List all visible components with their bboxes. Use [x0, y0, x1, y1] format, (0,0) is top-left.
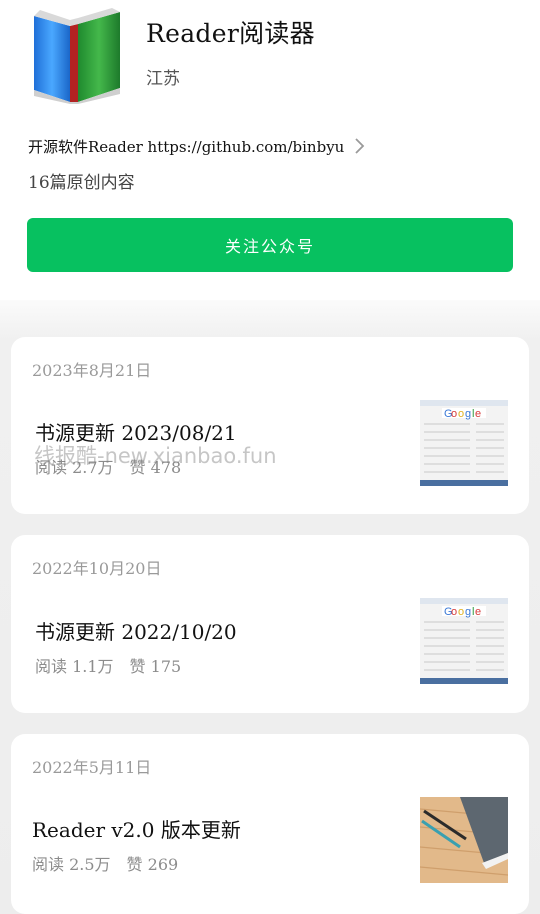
article-thumbnail: G o o g l e	[420, 400, 508, 486]
svg-text:e: e	[475, 606, 481, 618]
account-name: Reader阅读器	[146, 19, 315, 48]
read-count: 阅读 1.1万	[35, 657, 114, 676]
article-feed: 2023年8月21日 书源更新 2023/08/21 阅读 2.7万赞 478 …	[0, 300, 540, 914]
article-stats: 阅读 2.7万赞 478	[35, 454, 181, 478]
article-count: 16篇原创内容	[28, 173, 135, 193]
article-stats: 阅读 1.1万赞 175	[35, 653, 181, 677]
follow-button[interactable]: 关注公众号	[27, 218, 513, 272]
article-card[interactable]: 2023年8月21日 书源更新 2023/08/21 阅读 2.7万赞 478 …	[11, 337, 529, 514]
read-count: 阅读 2.5万	[32, 855, 111, 874]
article-date: 2022年10月20日	[32, 559, 162, 578]
svg-text:g: g	[465, 408, 471, 420]
book-icon	[34, 8, 120, 104]
article-thumbnail: G o o g l e	[420, 598, 508, 684]
profile-header: Reader阅读器 江苏 开源软件Reader https://github.c…	[0, 0, 540, 300]
article-card[interactable]: 2022年5月11日 Reader v2.0 版本更新 阅读 2.5万赞 269	[11, 734, 529, 914]
article-title: Reader v2.0 版本更新	[32, 818, 241, 842]
article-stats: 阅读 2.5万赞 269	[32, 851, 178, 875]
svg-text:g: g	[465, 606, 471, 618]
chevron-right-icon	[355, 138, 365, 154]
svg-text:o: o	[458, 606, 464, 618]
like-count: 赞 478	[129, 458, 182, 477]
svg-text:o: o	[451, 606, 457, 618]
read-count: 阅读 2.7万	[35, 458, 114, 477]
svg-text:o: o	[458, 408, 464, 420]
svg-text:o: o	[451, 408, 457, 420]
svg-text:e: e	[475, 408, 481, 420]
article-title: 书源更新 2023/08/21	[35, 421, 237, 445]
article-date: 2022年5月11日	[32, 758, 152, 777]
account-description: 开源软件Reader https://github.com/binbyu	[28, 137, 345, 156]
article-card[interactable]: 2022年10月20日 书源更新 2022/10/20 阅读 1.1万赞 175…	[11, 535, 529, 713]
article-thumbnail	[420, 797, 508, 883]
article-title: 书源更新 2022/10/20	[35, 620, 237, 644]
account-region: 江苏	[146, 69, 180, 89]
like-count: 赞 175	[129, 657, 182, 676]
account-description-link[interactable]: 开源软件Reader https://github.com/binbyu	[28, 134, 508, 158]
article-date: 2023年8月21日	[32, 361, 152, 380]
like-count: 赞 269	[126, 855, 179, 874]
